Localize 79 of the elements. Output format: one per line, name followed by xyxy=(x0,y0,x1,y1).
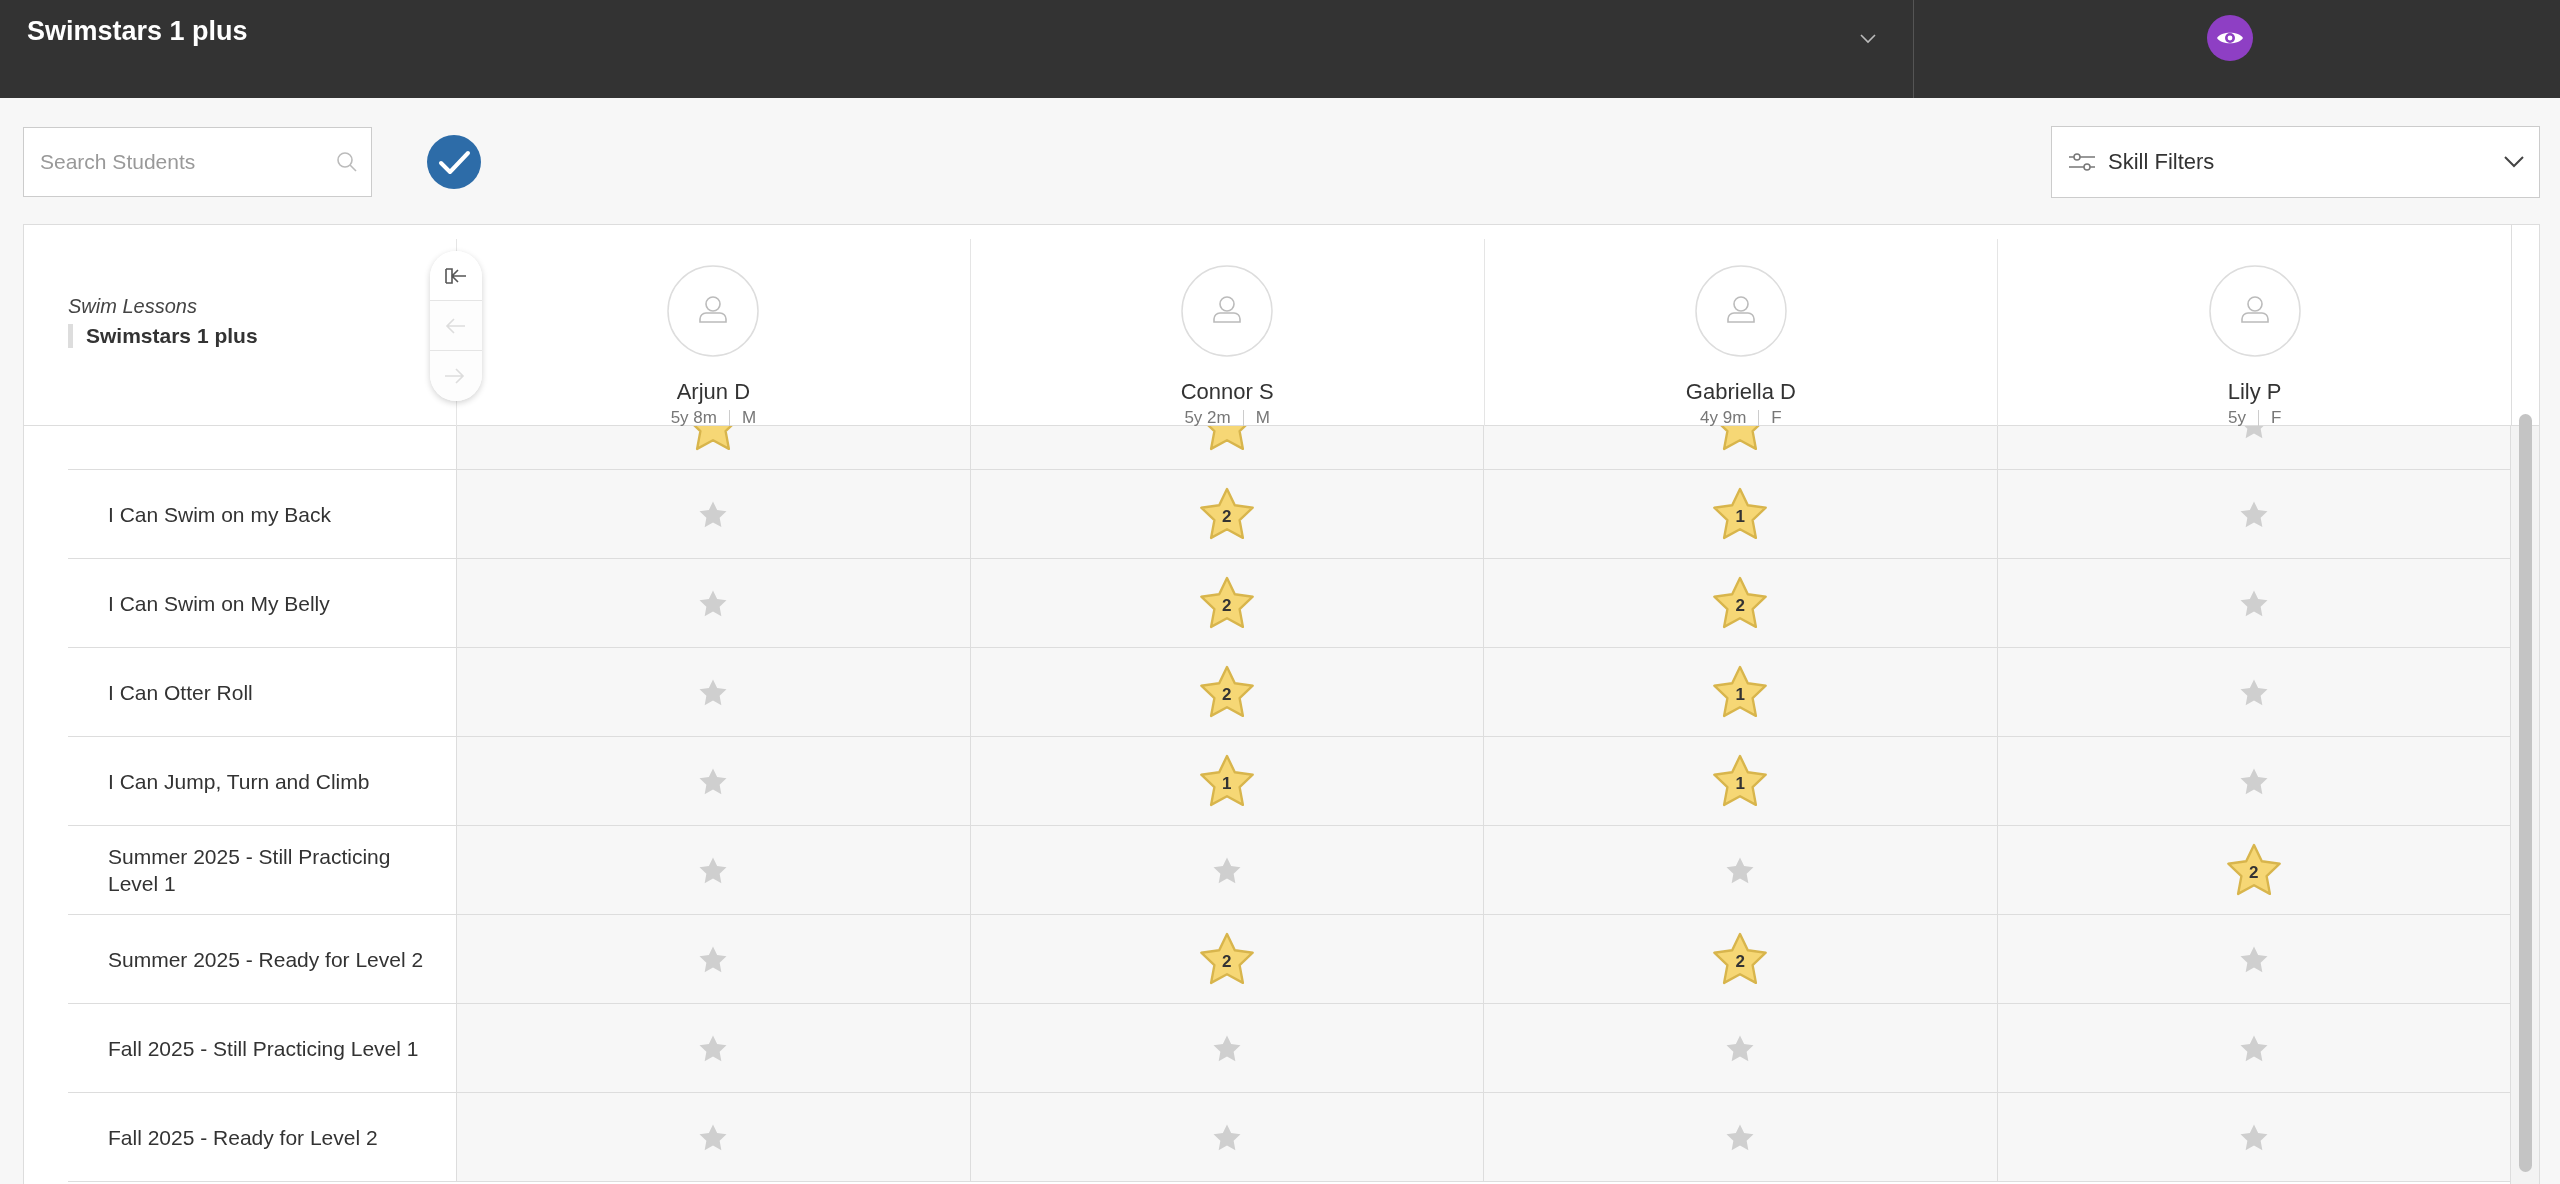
star-count: 1 xyxy=(1222,774,1232,794)
student-name: Arjun D xyxy=(676,379,751,405)
star-count: 2 xyxy=(2249,863,2259,883)
skill-cell[interactable] xyxy=(1483,826,1997,915)
skill-cell[interactable] xyxy=(1996,648,2510,737)
skill-cell[interactable] xyxy=(1996,737,2510,826)
collapse-column-button[interactable] xyxy=(430,251,482,301)
star-count: 2 xyxy=(1222,685,1232,705)
skill-name: Summer 2025 - Ready for Level 2 xyxy=(108,946,424,973)
skill-cell[interactable]: 2 xyxy=(969,648,1483,737)
star-count: 1 xyxy=(1735,774,1745,794)
skill-cell[interactable] xyxy=(969,1093,1483,1182)
skill-cell[interactable]: 2 xyxy=(1996,826,2510,915)
skill-cell[interactable]: 1 xyxy=(1483,470,1997,559)
star-count: 2 xyxy=(1222,507,1232,527)
student-age: 5y 2m xyxy=(1184,408,1231,428)
avatar-icon xyxy=(1694,265,1787,357)
student-gender: M xyxy=(1255,408,1270,428)
skill-cell[interactable]: 2 xyxy=(969,470,1483,559)
star-count: 2 xyxy=(1735,952,1745,972)
avatar-icon xyxy=(2208,265,2301,357)
student-name: Gabriella D xyxy=(1685,379,1796,405)
skill-cell[interactable] xyxy=(1996,915,2510,1004)
skill-name: I Can Jump, Turn and Climb xyxy=(108,768,370,795)
student-name: Lily P xyxy=(2227,379,2282,405)
search-field[interactable]: Search Students xyxy=(23,127,372,197)
skill-cell[interactable] xyxy=(456,1093,970,1182)
skill-cell[interactable]: 2 xyxy=(969,915,1483,1004)
skill-cell[interactable] xyxy=(456,737,970,826)
skill-cell[interactable] xyxy=(456,470,970,559)
skill-filters-dropdown[interactable]: Skill Filters xyxy=(2051,126,2540,198)
skill-cell[interactable] xyxy=(969,826,1483,915)
skill-name: I Can Swim on My Belly xyxy=(108,590,330,617)
avatar-icon xyxy=(1181,265,1274,357)
star-count: 1 xyxy=(1735,685,1745,705)
skill-cell[interactable] xyxy=(456,826,970,915)
skill-cell[interactable]: 2 xyxy=(1483,559,1997,648)
eye-icon[interactable] xyxy=(2206,15,2253,61)
skill-cell[interactable] xyxy=(1996,470,2510,559)
skill-cell[interactable] xyxy=(456,559,970,648)
skill-name: Fall 2025 - Ready for Level 2 xyxy=(108,1124,378,1151)
skill-name: Fall 2025 - Still Practicing Level 1 xyxy=(108,1035,419,1062)
skill-cell[interactable] xyxy=(1996,1093,2510,1182)
check-icon[interactable] xyxy=(427,135,481,189)
skill-cell[interactable] xyxy=(1483,1093,1997,1182)
student-gender: F xyxy=(1771,408,1782,428)
skill-name: I Can Swim on my Back xyxy=(108,501,331,528)
skill-cell[interactable] xyxy=(456,1004,970,1093)
star-count: 2 xyxy=(1222,596,1232,616)
skill-cell[interactable] xyxy=(456,648,970,737)
student-age: 5y 8m xyxy=(670,408,717,428)
student-gender: M xyxy=(741,408,757,428)
sliders-icon xyxy=(2068,151,2096,173)
star-count: 2 xyxy=(1222,952,1232,972)
student-age: 4y 9m xyxy=(1700,408,1747,428)
skill-cell[interactable] xyxy=(456,915,970,1004)
skill-cell[interactable]: 1 xyxy=(969,737,1483,826)
star-count: 2 xyxy=(1735,596,1745,616)
skill-cell[interactable] xyxy=(969,1004,1483,1093)
student-gender: F xyxy=(2270,408,2282,428)
scrollbar-thumb[interactable] xyxy=(2518,414,2532,1172)
skill-cell[interactable]: 1 xyxy=(1483,737,1997,826)
avatar-icon xyxy=(667,265,760,357)
skill-cell[interactable]: 1 xyxy=(1483,648,1997,737)
chevron-down-icon xyxy=(2503,155,2525,169)
student-name: Connor S xyxy=(1180,379,1274,405)
category-label: Swim Lessons xyxy=(68,295,198,318)
skill-name: Summer 2025 - Still Practicing Level 1 xyxy=(108,844,392,897)
skill-cell[interactable] xyxy=(1996,559,2510,648)
skill-cell[interactable]: 2 xyxy=(1483,915,1997,1004)
student-age: 5y xyxy=(2227,408,2246,428)
skill-name: I Can Otter Roll xyxy=(108,679,253,706)
skill-cell[interactable]: 2 xyxy=(969,559,1483,648)
skill-cell[interactable] xyxy=(1996,1004,2510,1093)
skill-cell[interactable] xyxy=(1483,1004,1997,1093)
search-icon xyxy=(336,151,358,173)
class-title: Swimstars 1 plus xyxy=(27,16,248,47)
star-count: 1 xyxy=(1735,507,1745,527)
dropdown-chevron-icon[interactable] xyxy=(1859,32,1877,44)
